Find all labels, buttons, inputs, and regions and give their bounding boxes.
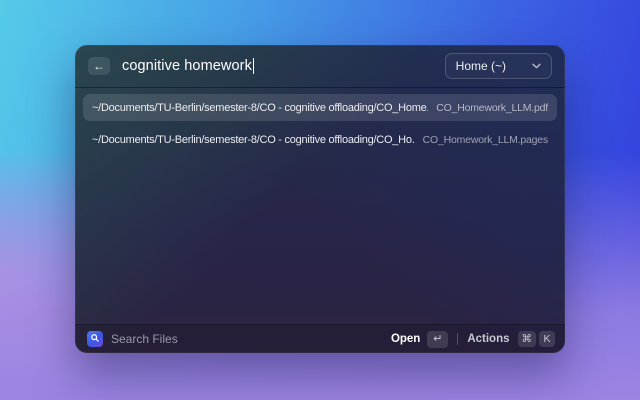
file-path: ~/Documents/TU-Berlin/semester-8/CO - co… [92,102,428,114]
chevron-down-icon [532,63,541,69]
result-row-pages[interactable]: ~/Documents/TU-Berlin/semester-8/CO - co… [83,126,557,153]
text-caret [253,58,255,74]
open-button[interactable]: Open [391,333,420,345]
scope-dropdown-value: Home (~) [456,59,506,73]
cmd-key-icon[interactable]: ⌘ [518,331,537,347]
scope-dropdown[interactable]: Home (~) [445,53,552,79]
back-arrow-icon: ← [93,60,105,72]
file-name: CO_Homework_LLM.pdf [436,102,548,114]
command-name: Search Files [111,332,178,346]
footer-divider [457,333,458,345]
footer-bar: Search Files Open ↵ Actions ⌘ K [75,325,565,353]
desktop: { "app": { "search_bar": { "back_icon": … [0,0,640,400]
result-row-pdf[interactable]: ~/Documents/TU-Berlin/semester-8/CO - co… [83,94,557,121]
search-files-icon [87,331,103,347]
magnifier-icon [90,330,100,348]
search-bar: ← cognitive homework Home (~) [75,45,565,88]
result-list: ~/Documents/TU-Berlin/semester-8/CO - co… [75,88,565,153]
back-button[interactable]: ← [88,57,110,75]
k-key-icon[interactable]: K [539,331,555,347]
file-path: ~/Documents/TU-Berlin/semester-8/CO - co… [92,134,415,146]
actions-button[interactable]: Actions [467,333,509,345]
enter-key-icon[interactable]: ↵ [427,331,448,348]
search-query-text: cognitive homework [122,58,252,74]
search-input[interactable]: cognitive homework [122,58,254,74]
launcher-window: ← cognitive homework Home (~) ~/Document… [75,45,565,353]
file-name: CO_Homework_LLM.pages [423,134,548,146]
footer-actions: Open ↵ Actions ⌘ K [391,331,555,348]
